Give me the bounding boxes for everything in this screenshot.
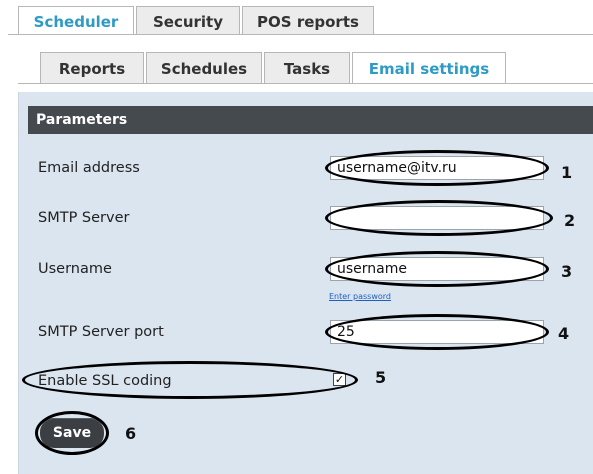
enter-password-link[interactable]: Enter password [329,292,391,301]
callout-ellipse-4 [325,314,549,350]
email-address-label: Email address [38,160,140,176]
callout-ellipse-3 [325,251,549,287]
callout-number-3: 3 [561,262,573,281]
parameters-header: Parameters [28,106,593,134]
callout-ellipse-6 [35,411,109,455]
subtab-email-settings[interactable]: Email settings [352,52,506,84]
smtp-port-label: SMTP Server port [38,324,164,340]
callout-ellipse-1 [325,150,549,186]
tab-scheduler[interactable]: Scheduler [18,6,134,35]
callout-number-2: 2 [564,211,576,230]
tab-pos-reports[interactable]: POS reports [242,6,374,34]
callout-ellipse-5 [22,361,358,399]
callout-number-6: 6 [125,424,137,443]
callout-number-1: 1 [561,163,573,182]
subtab-schedules[interactable]: Schedules [146,52,262,83]
tab-security[interactable]: Security [136,6,240,34]
subtab-row-divider [18,83,593,84]
callout-number-4: 4 [558,324,570,343]
tab-row-divider [8,34,593,35]
callout-number-5: 5 [375,368,387,387]
subtab-tasks[interactable]: Tasks [264,52,350,83]
username-label: Username [38,261,112,277]
subtab-reports[interactable]: Reports [40,52,144,83]
smtp-server-label: SMTP Server [38,210,130,226]
callout-ellipse-2 [325,200,553,236]
